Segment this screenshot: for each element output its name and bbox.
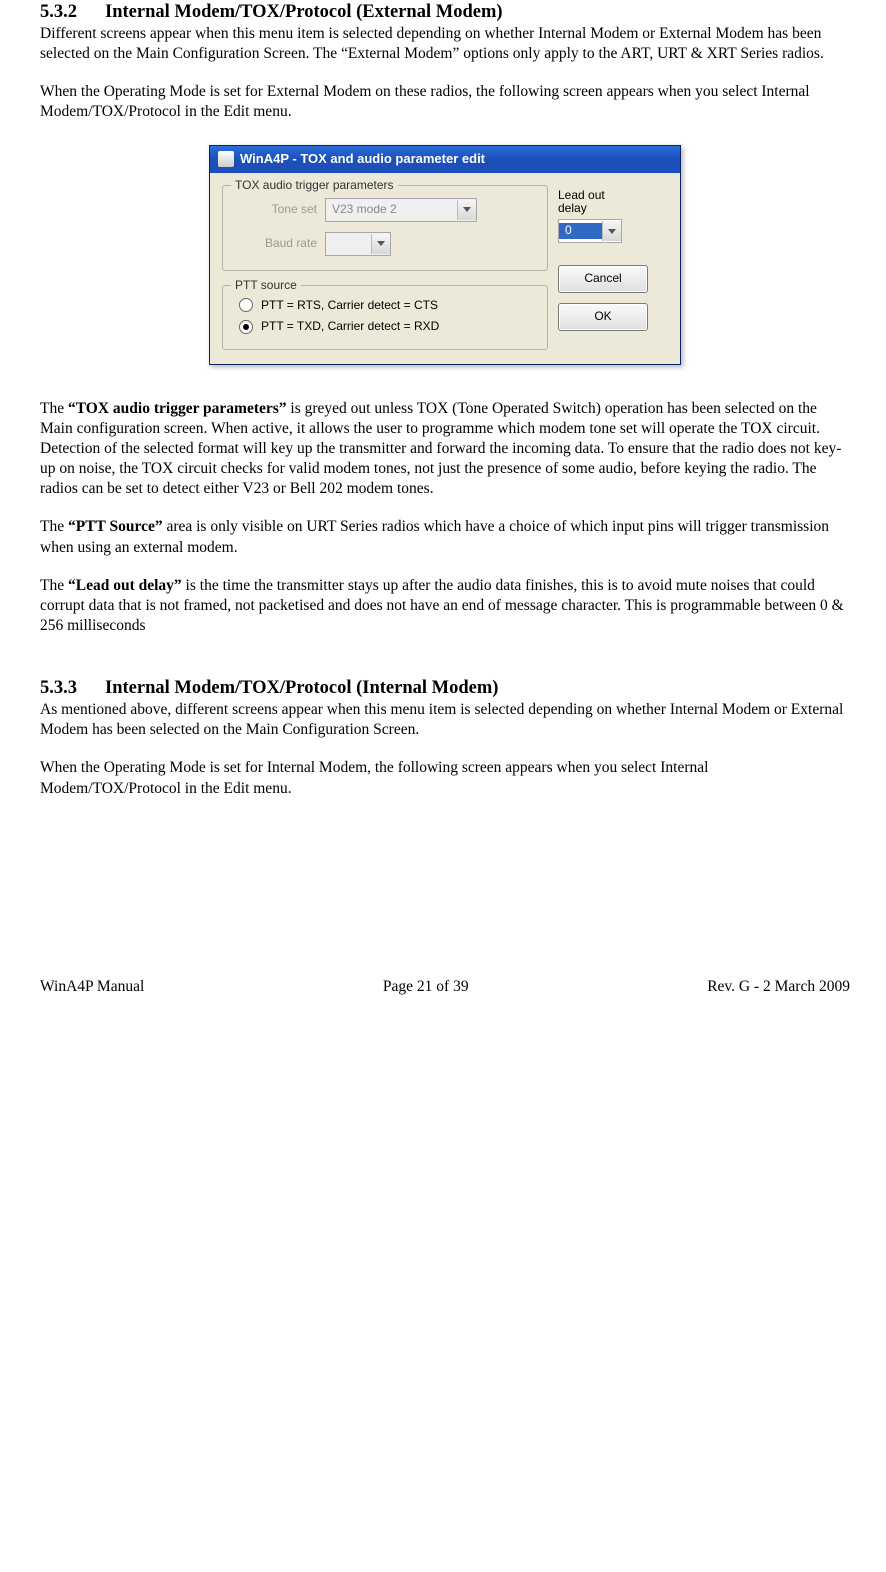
- body-paragraph: The “TOX audio trigger parameters” is gr…: [40, 399, 850, 500]
- leadout-delay-label: Lead outdelay: [558, 189, 668, 217]
- dialog-screenshot: WinA4P - TOX and audio parameter edit TO…: [40, 145, 850, 365]
- section-heading-533: 5.3.3 Internal Modem/TOX/Protocol (Intern…: [40, 676, 850, 700]
- body-paragraph: As mentioned above, different screens ap…: [40, 700, 850, 740]
- footer-right: Rev. G - 2 March 2009: [707, 977, 850, 997]
- chevron-down-icon: [602, 221, 621, 241]
- baud-rate-label: Baud rate: [235, 236, 325, 252]
- heading-title: Internal Modem/TOX/Protocol (Internal Mo…: [105, 678, 498, 698]
- body-paragraph: When the Operating Mode is set for Inter…: [40, 758, 850, 798]
- leadout-delay-combo[interactable]: 0: [558, 219, 622, 243]
- groupbox-legend: PTT source: [231, 278, 301, 294]
- body-paragraph: Different screens appear when this menu …: [40, 24, 850, 64]
- radio-label: PTT = TXD, Carrier detect = RXD: [261, 319, 439, 335]
- body-paragraph: When the Operating Mode is set for Exter…: [40, 82, 850, 122]
- page-footer: WinA4P Manual Page 21 of 39 Rev. G - 2 M…: [40, 977, 850, 997]
- app-icon: [218, 151, 234, 167]
- ptt-option-txd[interactable]: PTT = TXD, Carrier detect = RXD: [239, 319, 535, 335]
- heading-number: 5.3.3: [40, 676, 77, 700]
- dialog-window: WinA4P - TOX and audio parameter edit TO…: [209, 145, 681, 365]
- tone-set-label: Tone set: [235, 202, 325, 218]
- ok-button[interactable]: OK: [558, 303, 648, 331]
- dialog-title-text: WinA4P - TOX and audio parameter edit: [240, 151, 485, 168]
- baud-rate-combo[interactable]: [325, 232, 391, 256]
- radio-label: PTT = RTS, Carrier detect = CTS: [261, 298, 438, 314]
- chevron-down-icon: [371, 234, 390, 254]
- tone-set-combo[interactable]: V23 mode 2: [325, 198, 477, 222]
- radio-icon: [239, 298, 253, 312]
- ptt-option-rts[interactable]: PTT = RTS, Carrier detect = CTS: [239, 298, 535, 314]
- bold-term: “PTT Source”: [68, 518, 163, 535]
- bold-term: “Lead out delay”: [68, 577, 182, 594]
- cancel-button[interactable]: Cancel: [558, 265, 648, 293]
- radio-icon: [239, 320, 253, 334]
- groupbox-ptt-source: PTT source PTT = RTS, Carrier detect = C…: [222, 285, 548, 350]
- footer-center: Page 21 of 39: [383, 977, 469, 997]
- body-paragraph: The “PTT Source” area is only visible on…: [40, 517, 850, 557]
- heading-title: Internal Modem/TOX/Protocol (External Mo…: [105, 2, 503, 22]
- groupbox-legend: TOX audio trigger parameters: [231, 178, 398, 194]
- bold-term: “TOX audio trigger parameters”: [68, 400, 287, 417]
- tone-set-value: V23 mode 2: [326, 202, 457, 218]
- footer-left: WinA4P Manual: [40, 977, 144, 997]
- section-heading-532: 5.3.2 Internal Modem/TOX/Protocol (Extern…: [40, 0, 850, 24]
- groupbox-tox-params: TOX audio trigger parameters Tone set V2…: [222, 185, 548, 271]
- chevron-down-icon: [457, 200, 476, 220]
- leadout-delay-value: 0: [559, 223, 602, 239]
- heading-number: 5.3.2: [40, 0, 77, 24]
- dialog-titlebar: WinA4P - TOX and audio parameter edit: [210, 146, 680, 173]
- body-paragraph: The “Lead out delay” is the time the tra…: [40, 576, 850, 636]
